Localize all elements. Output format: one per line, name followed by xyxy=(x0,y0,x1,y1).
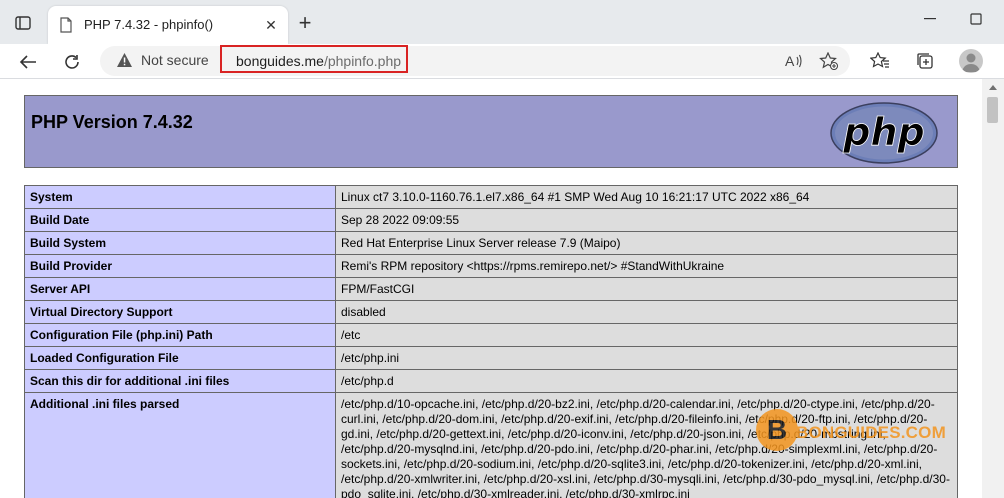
table-row: Configuration File (php.ini) Path/etc xyxy=(24,323,958,347)
table-row: Build Provider Remi's RPM repository <htt… xyxy=(24,254,958,278)
page-content: PHP Version 7.4.32 php System Linux ct7 3… xyxy=(0,79,982,498)
back-arrow-icon[interactable] xyxy=(14,48,42,76)
table-row: System Linux ct7 3.10.0-1160.76.1.el7.x86… xyxy=(24,185,958,209)
address-bar[interactable]: Not secure bonguides.me/phpinfo.php A xyxy=(100,45,850,76)
minimize-icon[interactable] xyxy=(915,8,945,30)
row-key: Configuration File (php.ini) Path xyxy=(24,323,336,347)
table-row: Server API FPM/FastCGI xyxy=(24,277,958,301)
scroll-up-icon[interactable] xyxy=(989,85,997,90)
table-row: Additional .ini files parsed/etc/php.d/1… xyxy=(24,392,958,498)
php-logo[interactable]: php xyxy=(830,102,938,164)
tab-actions-icon[interactable] xyxy=(8,10,38,36)
table-row: Scan this dir for additional .ini files /… xyxy=(24,369,958,393)
tab-close-icon[interactable]: ✕ xyxy=(261,15,281,35)
php-logo-text: php xyxy=(842,110,924,154)
url-highlight-box: bonguides.me/phpinfo.php xyxy=(220,45,408,73)
row-value: Remi's RPM repository <https://rpms.remi… xyxy=(335,254,958,278)
table-row: Virtual Directory Support disabled xyxy=(24,300,958,324)
new-tab-button[interactable]: + xyxy=(294,12,316,34)
row-key: Loaded Configuration File xyxy=(24,346,336,370)
row-key: Build System xyxy=(24,231,336,255)
maximize-icon[interactable] xyxy=(961,8,991,30)
table-row: Loaded Configuration File/etc/php.ini xyxy=(24,346,958,370)
profile-avatar[interactable] xyxy=(959,49,983,73)
add-favorite-icon[interactable] xyxy=(819,51,839,71)
browser-toolbar: Not secure bonguides.me/phpinfo.php A xyxy=(0,44,1004,79)
row-key: Build Provider xyxy=(24,254,336,278)
row-key: Server API xyxy=(24,277,336,301)
page-scrollbar[interactable] xyxy=(982,79,1004,498)
row-value: /etc xyxy=(335,323,958,347)
row-value: /etc/php.d xyxy=(335,369,958,393)
url-host: bonguides.me xyxy=(236,53,324,69)
row-value: /etc/php.d/10-opcache.ini, /etc/php.d/20… xyxy=(335,392,958,498)
row-key: Additional .ini files parsed xyxy=(24,392,336,498)
row-key: System xyxy=(24,185,336,209)
page-icon xyxy=(58,17,74,33)
read-aloud-icon[interactable]: A xyxy=(784,51,804,71)
row-value: /etc/php.ini xyxy=(335,346,958,370)
page-title: PHP Version 7.4.32 xyxy=(31,112,193,132)
row-value: Red Hat Enterprise Linux Server release … xyxy=(335,231,958,255)
scrollbar-thumb[interactable] xyxy=(987,97,998,123)
row-value: FPM/FastCGI xyxy=(335,277,958,301)
security-indicator[interactable]: Not secure xyxy=(116,52,209,68)
browser-title-bar: PHP 7.4.32 - phpinfo() ✕ + xyxy=(0,0,1004,44)
security-label: Not secure xyxy=(141,52,209,68)
favorites-icon[interactable] xyxy=(867,48,893,74)
svg-text:A: A xyxy=(785,53,795,69)
row-value: Linux ct7 3.10.0-1160.76.1.el7.x86_64 #1… xyxy=(335,185,958,209)
php-info-table: System Linux ct7 3.10.0-1160.76.1.el7.x86… xyxy=(24,185,958,498)
url-path: /phpinfo.php xyxy=(323,53,402,69)
row-value: disabled xyxy=(335,300,958,324)
table-row: Build System Red Hat Enterprise Linux Ser… xyxy=(24,231,958,255)
url-text[interactable]: bonguides.me/phpinfo.php xyxy=(236,53,401,69)
tab-title: PHP 7.4.32 - phpinfo() xyxy=(84,17,214,32)
row-key: Virtual Directory Support xyxy=(24,300,336,324)
row-key: Scan this dir for additional .ini files xyxy=(24,369,336,393)
collections-icon[interactable] xyxy=(912,48,938,74)
tab-phpinfo[interactable]: PHP 7.4.32 - phpinfo() ✕ xyxy=(48,6,288,44)
refresh-icon[interactable] xyxy=(58,48,86,76)
warning-icon xyxy=(116,52,133,68)
php-version-header: PHP Version 7.4.32 php xyxy=(24,95,958,168)
table-row: Build Date Sep 28 2022 09:09:55 xyxy=(24,208,958,232)
row-value: Sep 28 2022 09:09:55 xyxy=(335,208,958,232)
row-key: Build Date xyxy=(24,208,336,232)
